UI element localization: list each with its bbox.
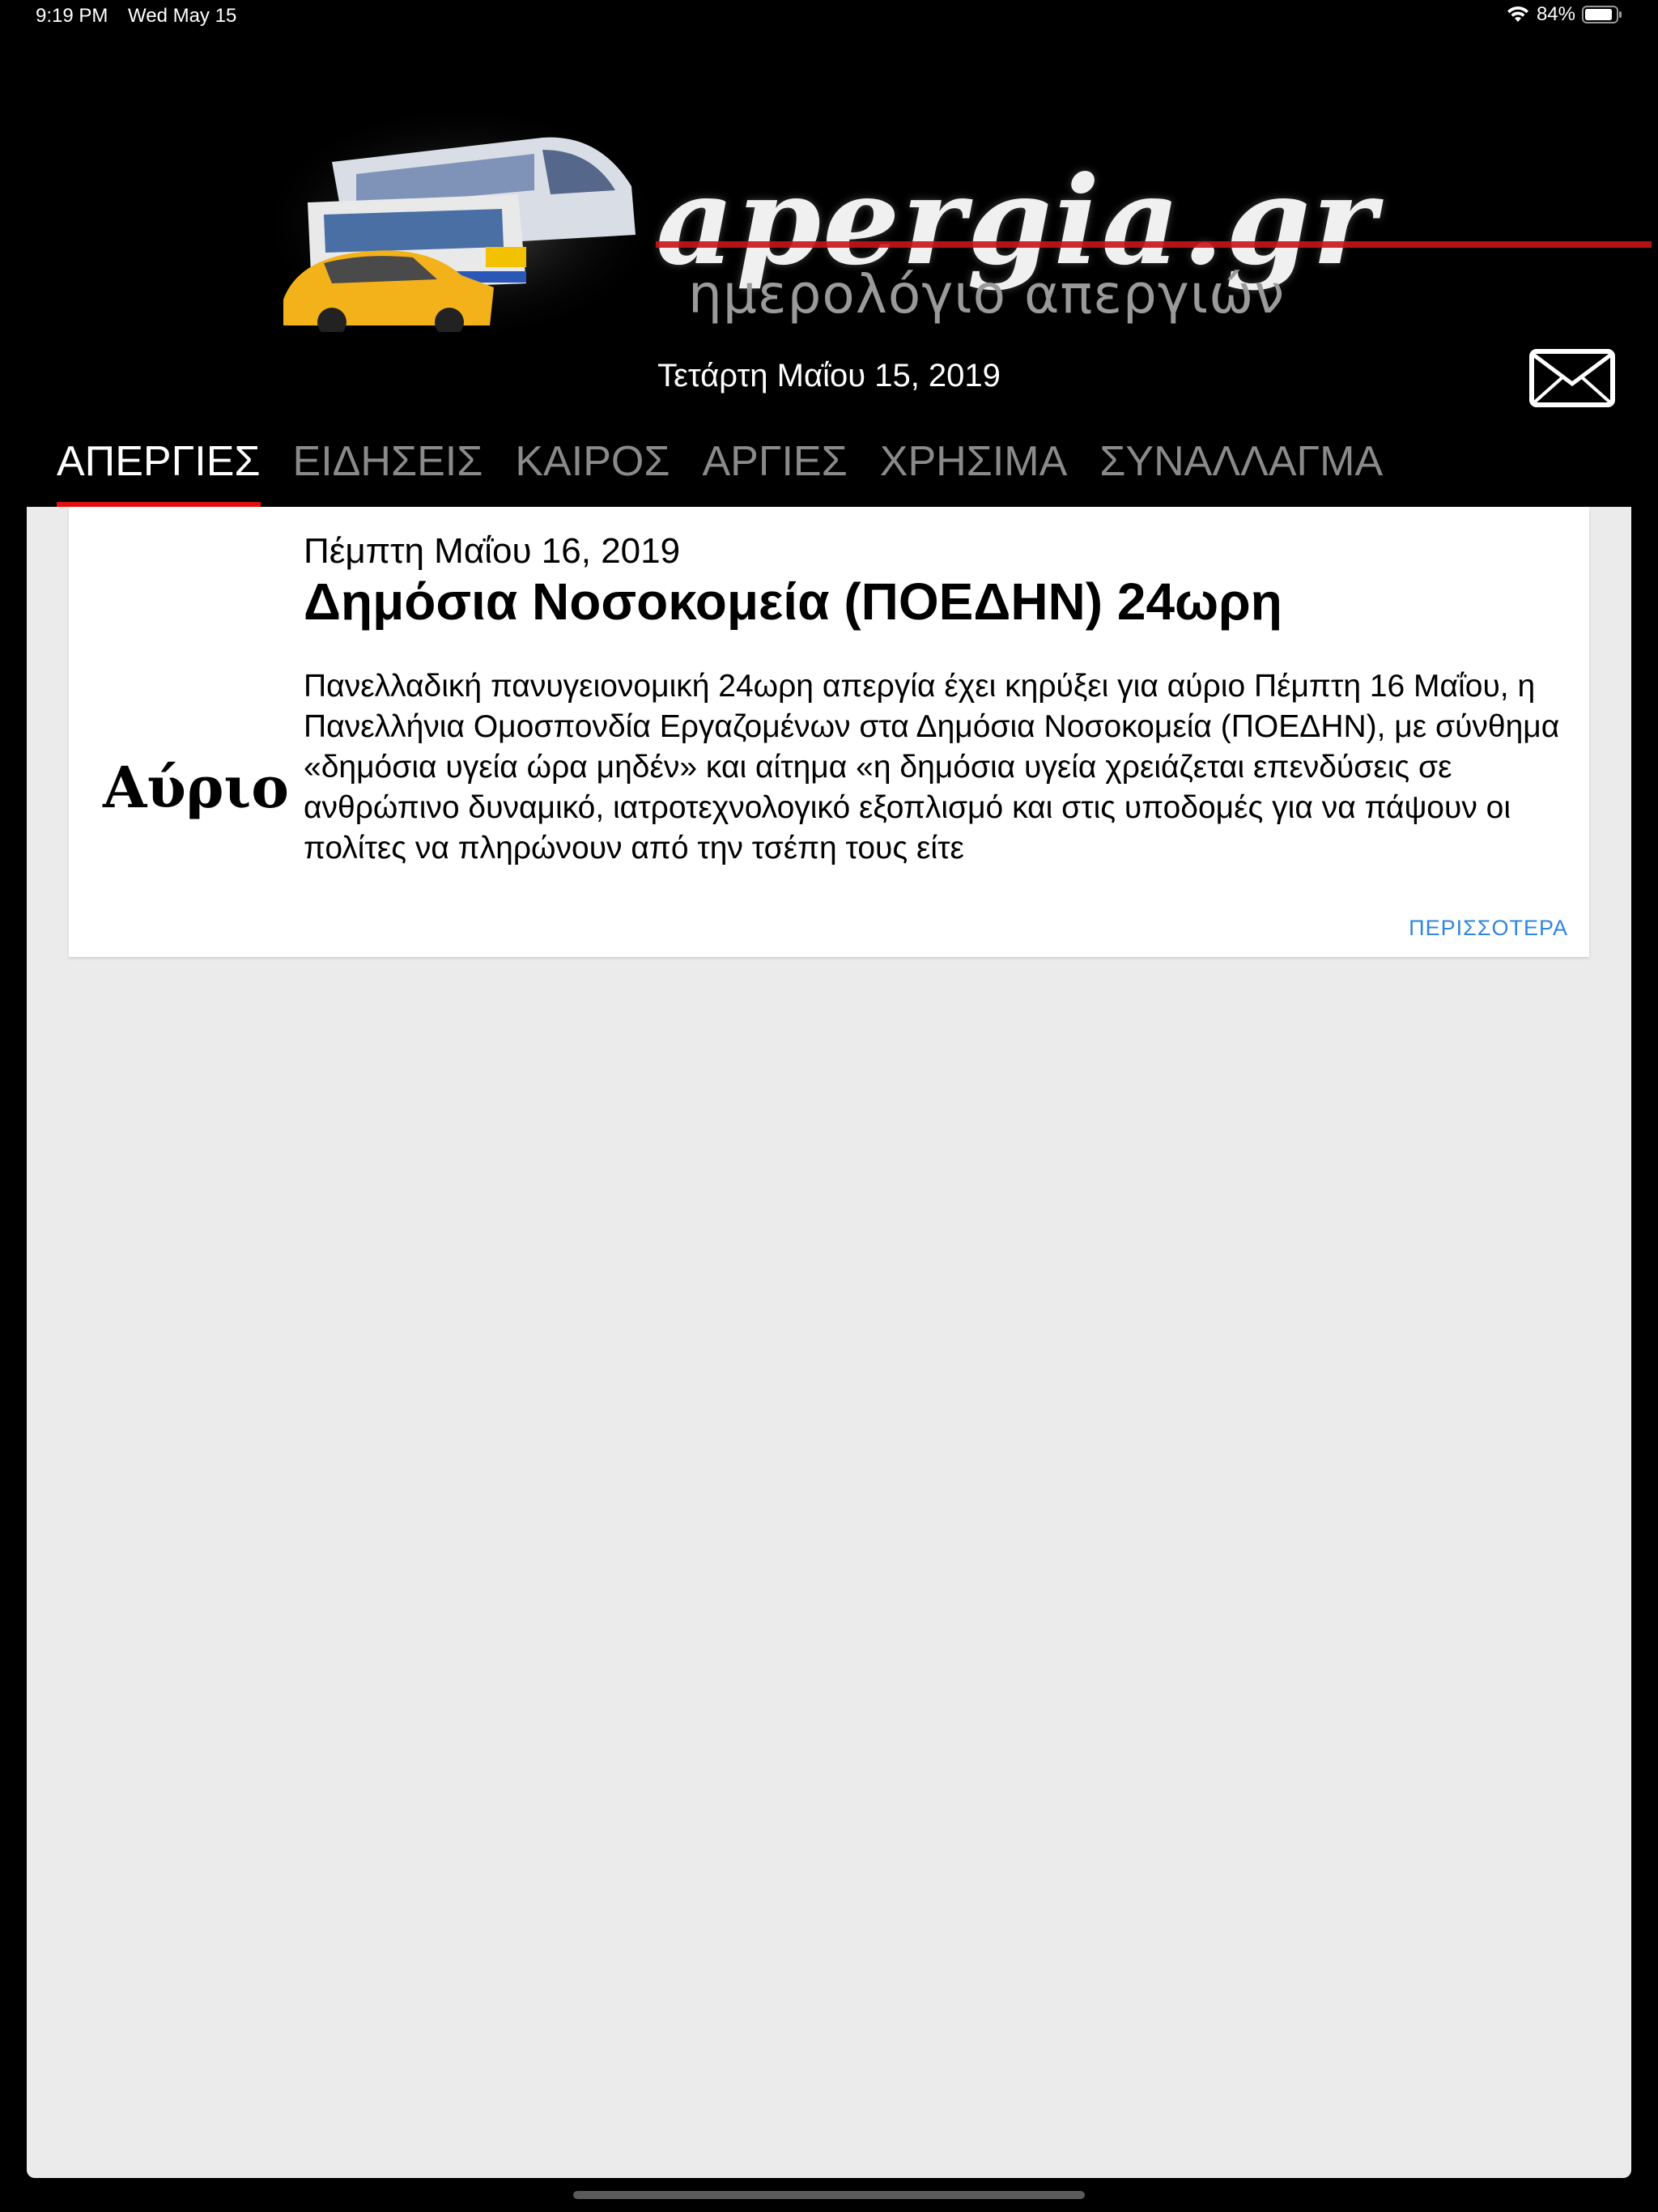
tab-synallagma[interactable]: ΣΥΝΑΛΛΑΓΜΑ: [1099, 437, 1383, 505]
home-indicator[interactable]: [573, 2191, 1085, 2199]
mail-button[interactable]: [1528, 348, 1616, 408]
mail-icon: [1528, 349, 1616, 411]
logo-underline: [656, 241, 1652, 248]
logo-vehicles-image: [275, 113, 648, 337]
card-date: Πέμπτη Μαΐου 16, 2019: [304, 531, 681, 571]
tab-bar: ΑΠΕΡΓΙΕΣ ΕΙΔΗΣΕΙΣ ΚΑΙΡΟΣ ΑΡΓΙΕΣ ΧΡΗΣΙΜΑ …: [57, 437, 1383, 508]
battery-icon: [1582, 5, 1622, 24]
tab-argies[interactable]: ΑΡΓΙΕΣ: [702, 437, 847, 505]
tab-kairos[interactable]: ΚΑΙΡΟΣ: [515, 437, 670, 505]
battery-percent: 84%: [1536, 3, 1575, 25]
app-logo: apergia.gr ημερολόγιο απεργιών: [275, 97, 1652, 340]
status-bar: 9:19 PM Wed May 15 84%: [0, 0, 1658, 32]
current-date: Τετάρτη Μαΐου 15, 2019: [657, 358, 1001, 393]
tab-xrisima[interactable]: ΧΡΗΣΙΜΑ: [880, 437, 1068, 505]
more-button[interactable]: ΠΕΡΙΣΣΟΤΕΡΑ: [1409, 916, 1568, 941]
tab-eidiseis[interactable]: ΕΙΔΗΣΕΙΣ: [293, 437, 483, 505]
card-day-badge: Αύριο: [103, 754, 289, 821]
logo-tagline: ημερολόγιο απεργιών: [688, 263, 1286, 325]
tab-apergies[interactable]: ΑΠΕΡΓΙΕΣ: [57, 437, 261, 508]
card-body: Πανελλαδική πανυγειονομική 24ωρη απεργία…: [304, 669, 1560, 866]
strike-list: Αύριο Πέμπτη Μαΐου 16, 2019 Δημόσια Νοσο…: [27, 507, 1631, 2178]
status-time: 9:19 PM: [36, 5, 108, 27]
wifi-icon: [1506, 6, 1530, 23]
status-indicators: 84%: [1506, 3, 1622, 26]
card-title: Δημόσια Νοσοκομεία (ΠΟΕΔΗΝ) 24ωρη: [304, 572, 1282, 631]
strike-card[interactable]: Αύριο Πέμπτη Μαΐου 16, 2019 Δημόσια Νοσο…: [69, 507, 1589, 957]
status-date: Wed May 15: [128, 5, 237, 27]
